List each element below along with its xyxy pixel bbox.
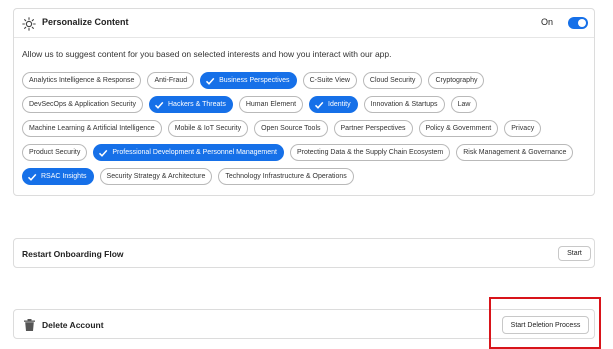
- interest-chip[interactable]: C-Suite View: [302, 72, 357, 89]
- interest-chip[interactable]: Innovation & Startups: [363, 96, 445, 113]
- interest-row-5: RSAC Insights Security Strategy & Archit…: [22, 168, 354, 185]
- interest-chip[interactable]: Protecting Data & the Supply Chain Ecosy…: [289, 144, 451, 161]
- interest-chip[interactable]: Policy & Government: [418, 120, 499, 137]
- interest-row-1: Analytics Intelligence & Response Anti-F…: [22, 72, 485, 89]
- interest-chip[interactable]: Analytics Intelligence & Response: [22, 72, 142, 89]
- interest-chip[interactable]: DevSecOps & Application Security: [22, 96, 143, 113]
- personalize-content-card: Personalize Content On Allow us to sugge…: [13, 8, 595, 196]
- interest-chip-selected[interactable]: Hackers & Threats: [149, 96, 233, 113]
- personalize-header: Personalize Content On: [14, 9, 594, 38]
- interest-chip[interactable]: Technology Infrastructure & Operations: [218, 168, 354, 185]
- interest-chip[interactable]: Mobile & IoT Security: [167, 120, 249, 137]
- start-button[interactable]: Start: [558, 246, 591, 261]
- interest-chip-selected[interactable]: Business Perspectives: [200, 72, 297, 89]
- check-icon: [206, 77, 215, 85]
- check-icon: [154, 101, 164, 109]
- interest-chip[interactable]: Risk Management & Governance: [456, 144, 574, 161]
- personalize-description: Allow us to suggest content for you base…: [22, 49, 392, 59]
- restart-onboarding-title: Restart Onboarding Flow: [22, 249, 124, 259]
- restart-onboarding-card: Restart Onboarding Flow Start: [13, 238, 595, 268]
- personalize-toggle[interactable]: [568, 17, 588, 29]
- interest-chip[interactable]: Human Element: [238, 96, 304, 113]
- interest-chip[interactable]: Anti-Fraud: [147, 72, 195, 89]
- interest-chip[interactable]: Cloud Security: [362, 72, 423, 89]
- personalize-title: Personalize Content: [42, 17, 129, 27]
- interest-row-2: DevSecOps & Application Security Hackers…: [22, 96, 478, 113]
- interest-chip[interactable]: Cryptography: [428, 72, 485, 89]
- interest-chip[interactable]: Product Security: [22, 144, 88, 161]
- delete-account-title: Delete Account: [42, 320, 104, 330]
- highlight-box: [489, 297, 601, 349]
- interest-chip[interactable]: Security Strategy & Architecture: [99, 168, 213, 185]
- interest-chip-selected[interactable]: Professional Development & Personnel Man…: [93, 144, 284, 161]
- interest-chip-selected[interactable]: Identity: [309, 96, 358, 113]
- interest-row-4: Product Security Professional Developmen…: [22, 144, 574, 161]
- interest-chip-selected[interactable]: RSAC Insights: [22, 168, 94, 185]
- interest-chip[interactable]: Machine Learning & Artificial Intelligen…: [22, 120, 162, 137]
- interest-chip[interactable]: Law: [450, 96, 478, 113]
- check-icon: [99, 149, 108, 157]
- check-icon: [315, 101, 324, 109]
- check-icon: [27, 173, 37, 181]
- toggle-state-label: On: [541, 17, 554, 27]
- sun-icon: [22, 17, 36, 31]
- interest-row-3: Machine Learning & Artificial Intelligen…: [22, 120, 542, 137]
- interest-chip[interactable]: Privacy: [504, 120, 542, 137]
- interest-chip[interactable]: Open Source Tools: [254, 120, 328, 137]
- interest-chip[interactable]: Partner Perspectives: [333, 120, 413, 137]
- trash-icon: [24, 319, 35, 331]
